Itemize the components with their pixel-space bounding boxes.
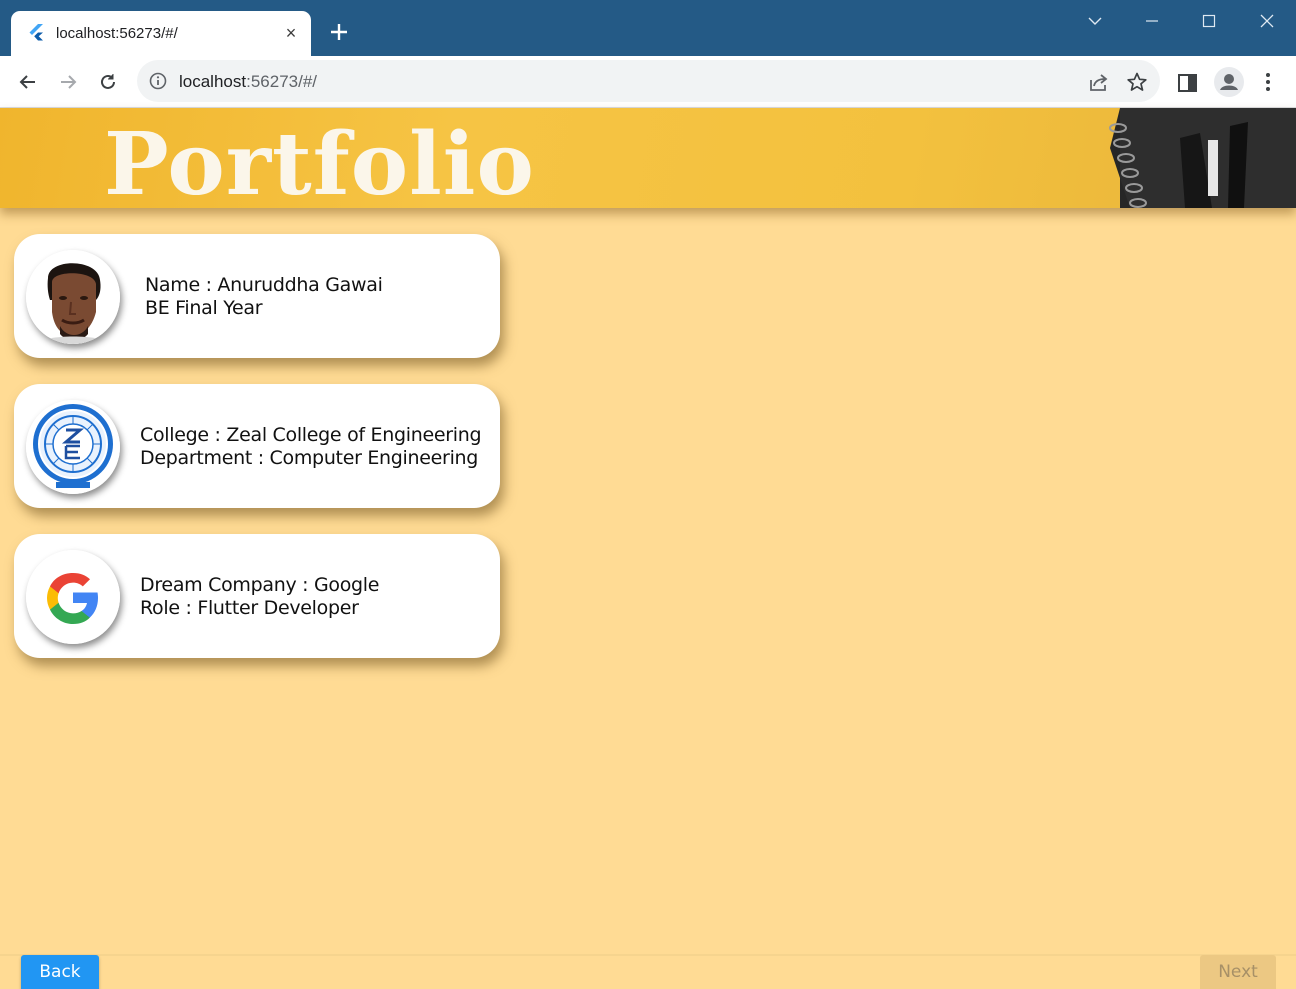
card-role-text: Role : Flutter Developer (140, 597, 359, 619)
back-arrow-icon[interactable] (13, 67, 43, 97)
portfolio-banner: Portfolio (0, 108, 1296, 208)
company-card[interactable]: Dream Company : Google Role : Flutter De… (14, 534, 500, 658)
url-host: localhost (179, 72, 247, 91)
back-button[interactable]: Back (21, 955, 99, 989)
side-panel-icon[interactable] (1177, 72, 1199, 94)
browser-toolbar: localhost:56273/#/ (0, 56, 1296, 108)
new-tab-plus-icon[interactable] (325, 18, 353, 46)
reload-icon[interactable] (93, 67, 123, 97)
share-icon[interactable] (1088, 71, 1110, 93)
tab-title: localhost:56273/#/ (56, 25, 178, 42)
kebab-menu-icon[interactable] (1258, 70, 1278, 94)
url-path: :56273/#/ (246, 72, 318, 91)
banner-title: Portfolio (104, 114, 535, 208)
card-company-text: Dream Company : Google (140, 574, 380, 596)
tab-close-icon[interactable]: × (281, 22, 301, 44)
college-logo-avatar (26, 400, 120, 494)
flutter-favicon-icon (28, 24, 44, 42)
browser-titlebar: localhost:56273/#/ × (0, 0, 1296, 56)
maximize-icon[interactable] (1194, 8, 1224, 34)
url-text[interactable]: localhost:56273/#/ (179, 72, 317, 92)
chevron-down-icon[interactable] (1080, 8, 1110, 34)
notebook-stapler-image (1109, 108, 1296, 208)
forward-arrow-icon[interactable] (53, 67, 83, 97)
info-icon[interactable] (149, 72, 167, 90)
address-bar[interactable]: localhost:56273/#/ (137, 60, 1160, 102)
star-icon[interactable] (1126, 71, 1148, 93)
profile-card[interactable]: Name : Anuruddha Gawai BE Final Year (14, 234, 500, 358)
card-name-text: Name : Anuruddha Gawai (145, 274, 383, 296)
browser-tab[interactable]: localhost:56273/#/ × (11, 11, 311, 56)
card-college-text: College : Zeal College of Engineering (140, 424, 482, 446)
profile-icon[interactable] (1214, 67, 1244, 97)
google-logo-avatar (26, 550, 120, 644)
next-button[interactable]: Next (1200, 955, 1276, 989)
profile-photo-avatar (26, 250, 120, 344)
minimize-icon[interactable] (1137, 8, 1167, 34)
app-body: Portfolio Name: Anuruddha Gawai BE Fina… (0, 108, 1296, 989)
window-close-icon[interactable] (1252, 8, 1282, 34)
card-department-text: Department : Computer Engineering (140, 447, 479, 469)
card-year-text: BE Final Year (145, 297, 263, 319)
college-card[interactable]: College : Zeal College of Engineering De… (14, 384, 500, 508)
footer-divider (0, 954, 1296, 956)
